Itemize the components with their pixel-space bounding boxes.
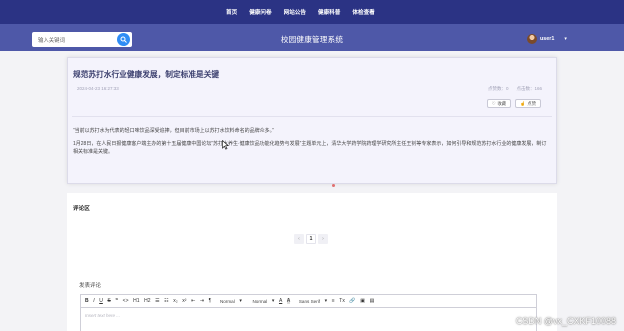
article-title: 规范苏打水行业健康发展，制定标准是关键	[73, 70, 220, 79]
align-button[interactable]: ≡	[332, 298, 335, 304]
comments-section: 评论区 ‹ 1 › 发表评论 B I U S ❞ <> H1 H2 ☰ ☷ x₂…	[67, 193, 557, 331]
chevron-down-icon[interactable]: ▾	[272, 298, 275, 304]
nav-health-questionnaire[interactable]: 健康问卷	[249, 8, 271, 16]
link-button[interactable]: 🔗	[349, 298, 355, 304]
mouse-pointer-icon	[222, 140, 229, 150]
current-page-button[interactable]: 1	[306, 234, 316, 244]
font-select[interactable]: Sans Serif	[299, 299, 320, 304]
like-count: 点赞数：0	[487, 86, 509, 91]
ordered-list-button[interactable]: ☰	[155, 298, 159, 304]
article-body: 1月28日，在人民日报健康客户端主办的第十五届健康中国论坛“苏打水养生·健康饮品…	[73, 141, 547, 155]
chevron-down-icon[interactable]: ▾	[325, 298, 328, 304]
clean-format-button[interactable]: Tx	[339, 298, 345, 304]
nav-checkup-view[interactable]: 体检查看	[352, 8, 374, 16]
article-stats: 点赞数：0 点击数：166	[488, 86, 542, 92]
code-block-button[interactable]: <>	[123, 298, 129, 304]
article-card: 规范苏打水行业健康发展，制定标准是关键 2024-04-23 16:27:33 …	[67, 57, 557, 184]
indent-button[interactable]: ⇥	[200, 298, 204, 304]
bold-button[interactable]: B	[85, 298, 89, 304]
superscript-button[interactable]: x²	[182, 298, 186, 304]
subscript-button[interactable]: x₂	[173, 298, 177, 304]
outdent-button[interactable]: ⇤	[191, 298, 195, 304]
size-select[interactable]: Normal	[220, 299, 235, 304]
scroll-indicator-dot	[332, 184, 335, 187]
background-color-button[interactable]: A	[286, 298, 291, 304]
pagination: ‹ 1 ›	[294, 234, 328, 244]
watermark: CSDN @vx_CXKF10088	[515, 316, 616, 326]
divider	[72, 116, 552, 117]
header1-button[interactable]: H1	[133, 298, 139, 304]
article-actions: ♡ 收藏 ☝ 点赞	[486, 99, 541, 108]
heart-icon: ♡	[491, 100, 496, 106]
article-quote: “当前以苏打水为代表的轻口味饮品深受追捧，但目前市场上以苏打水饮料命名的品牌众多…	[73, 128, 274, 134]
collect-button[interactable]: ♡ 收藏	[486, 99, 512, 108]
post-comment-label: 发表评论	[79, 283, 102, 289]
top-navigation: 首页 健康问卷 网站公告 健康科普 体检查看	[0, 0, 624, 24]
next-page-button[interactable]: ›	[318, 234, 328, 244]
username[interactable]: user1	[540, 36, 554, 42]
chevron-down-icon[interactable]: ▾	[564, 36, 567, 42]
avatar[interactable]	[527, 34, 537, 44]
image-button[interactable]: ▣	[360, 298, 365, 304]
bullet-list-button[interactable]: ☷	[164, 298, 168, 304]
strike-button[interactable]: S	[107, 298, 110, 304]
nav-items: 首页 健康问卷 网站公告 健康科普 体检查看	[226, 0, 375, 24]
header2-button[interactable]: H2	[144, 298, 150, 304]
editor-placeholder[interactable]: Insert text here ...	[85, 313, 120, 318]
font-color-button[interactable]: A	[279, 298, 282, 304]
click-count: 点击数：166	[516, 86, 542, 91]
thumbs-up-icon: ☝	[520, 100, 526, 106]
user-menu[interactable]: user1 ▾	[527, 33, 567, 45]
editor-toolbar: B I U S ❞ <> H1 H2 ☰ ☷ x₂ x² ⇤ ⇥ ¶ Norma…	[81, 295, 536, 308]
video-button[interactable]: ▤	[370, 298, 375, 304]
underline-button[interactable]: U	[99, 298, 103, 304]
like-label: 点赞	[527, 100, 536, 106]
like-button[interactable]: ☝ 点赞	[515, 99, 541, 108]
collect-label: 收藏	[497, 100, 507, 106]
text-direction-button[interactable]: ¶	[209, 298, 212, 304]
nav-site-announcements[interactable]: 网站公告	[284, 8, 306, 16]
italic-button[interactable]: I	[93, 298, 94, 304]
nav-home[interactable]: 首页	[226, 8, 237, 16]
chevron-down-icon[interactable]: ▾	[239, 298, 242, 304]
article-date: 2024-04-23 16:27:33	[77, 86, 119, 91]
comments-title: 评论区	[73, 206, 90, 212]
blockquote-button[interactable]: ❞	[115, 298, 118, 304]
comment-editor[interactable]: B I U S ❞ <> H1 H2 ☰ ☷ x₂ x² ⇤ ⇥ ¶ Norma…	[80, 294, 537, 331]
header-select[interactable]: Normal	[252, 299, 267, 304]
prev-page-button[interactable]: ‹	[294, 234, 304, 244]
nav-health-science[interactable]: 健康科普	[318, 8, 340, 16]
